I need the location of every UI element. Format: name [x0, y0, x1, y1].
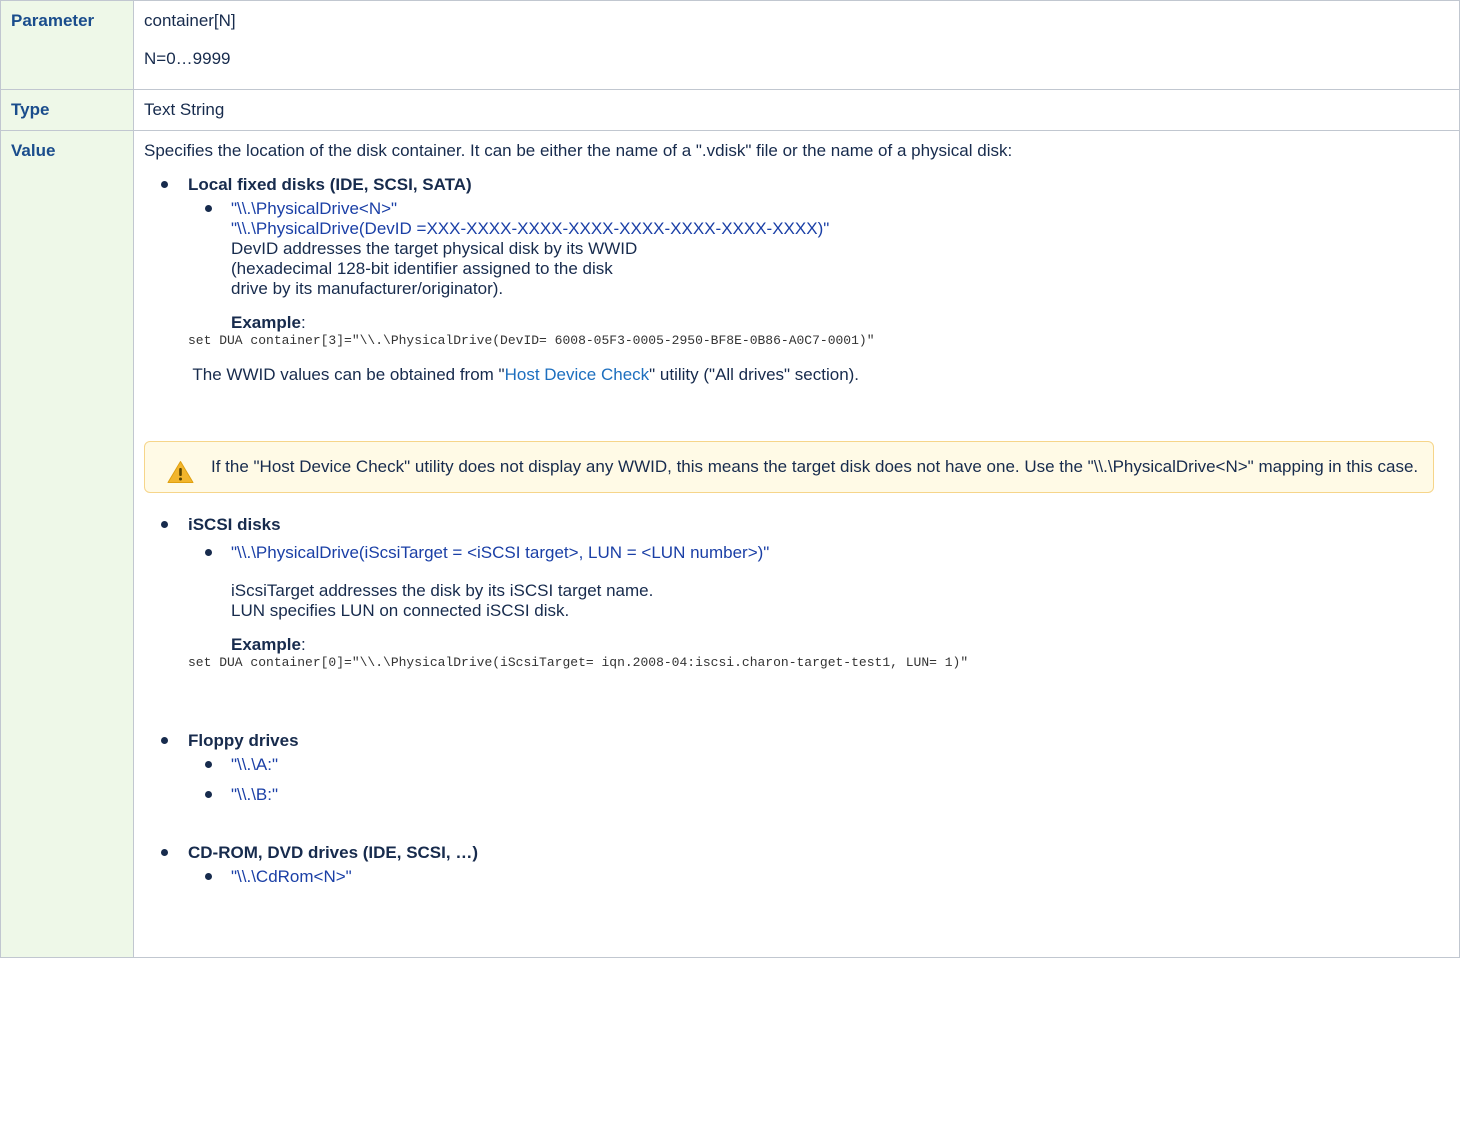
- local-example-heading: Example:: [231, 313, 1449, 333]
- list-item-floppy-drives: Floppy drives "\\.\A:" "\\.\B:": [161, 731, 1449, 805]
- floppy-b-path: "\\.\B:": [231, 785, 279, 804]
- physical-drive-path: "\\.\PhysicalDrive<N>": [231, 199, 398, 218]
- value-content: Specifies the location of the disk conta…: [133, 130, 1460, 958]
- example-label: Example: [231, 313, 301, 332]
- iscsi-title: iSCSI disks: [188, 515, 281, 534]
- devid-desc-2: (hexadecimal 128-bit identifier assigned…: [231, 259, 613, 278]
- list-item-cdrom-drives: CD-ROM, DVD drives (IDE, SCSI, …) "\\.\C…: [161, 843, 1449, 887]
- wwid-note-post: " utility ("All drives" section).: [649, 365, 860, 384]
- type-row: Type Text String: [0, 89, 1460, 131]
- parameter-row: Parameter container[N] N=0…9999: [0, 0, 1460, 90]
- local-example-code: set DUA container[3]="\\.\PhysicalDrive(…: [188, 333, 875, 348]
- parameter-value: container[N] N=0…9999: [133, 0, 1460, 90]
- value-row: Value Specifies the location of the disk…: [0, 130, 1460, 958]
- physical-drive-devid-path: "\\.\PhysicalDrive(DevID =XXX-XXXX-XXXX-…: [231, 219, 830, 238]
- list-item-iscsi-path: "\\.\PhysicalDrive(iScsiTarget = <iSCSI …: [188, 543, 1449, 671]
- cdrom-path: "\\.\CdRom<N>": [231, 867, 352, 886]
- iscsi-example-code: set DUA container[0]="\\.\PhysicalDrive(…: [188, 655, 969, 670]
- example-colon: :: [300, 313, 306, 332]
- iscsi-desc-1: iScsiTarget addresses the disk by its iS…: [231, 581, 654, 600]
- wwid-note: The WWID values can be obtained from "Ho…: [188, 365, 1449, 385]
- parameter-name: container[N]: [144, 11, 236, 30]
- type-header: Type: [0, 89, 134, 131]
- devid-desc-3: drive by its manufacturer/originator).: [231, 279, 504, 298]
- floppy-title: Floppy drives: [188, 731, 299, 750]
- iscsi-example-heading: Example:: [231, 635, 1449, 655]
- cdrom-sublist: "\\.\CdRom<N>": [188, 867, 1449, 887]
- wwid-note-pre: The WWID values can be obtained from ": [188, 365, 505, 384]
- list-item-floppy-a: "\\.\A:": [205, 755, 1449, 775]
- parameter-table: Parameter container[N] N=0…9999 Type Tex…: [0, 0, 1460, 958]
- warning-text: If the "Host Device Check" utility does …: [211, 457, 1419, 476]
- local-disks-title: Local fixed disks (IDE, SCSI, SATA): [188, 175, 472, 194]
- iscsi-sublist: "\\.\PhysicalDrive(iScsiTarget = <iSCSI …: [188, 543, 1449, 671]
- iscsi-path: "\\.\PhysicalDrive(iScsiTarget = <iSCSI …: [231, 543, 770, 562]
- list-item-floppy-b: "\\.\B:": [205, 785, 1449, 805]
- floppy-a-path: "\\.\A:": [231, 755, 279, 774]
- bottom-spacer: [144, 887, 1449, 947]
- value-intro: Specifies the location of the disk conta…: [144, 141, 1013, 160]
- list-item-local-disks: Local fixed disks (IDE, SCSI, SATA) "\\.…: [144, 175, 1449, 493]
- list-item-cdrom-path: "\\.\CdRom<N>": [205, 867, 1449, 887]
- list-item-local-path: "\\.\PhysicalDrive<N>" "\\.\PhysicalDriv…: [144, 199, 1449, 493]
- parameter-range: N=0…9999: [144, 49, 231, 68]
- cdrom-title: CD-ROM, DVD drives (IDE, SCSI, …): [188, 843, 478, 862]
- local-disks-sublist: "\\.\PhysicalDrive<N>" "\\.\PhysicalDriv…: [144, 199, 1449, 493]
- floppy-sublist: "\\.\A:" "\\.\B:": [188, 755, 1449, 805]
- warning-panel: If the "Host Device Check" utility does …: [144, 441, 1434, 493]
- iscsi-example-colon: :: [300, 635, 306, 654]
- iscsi-desc-2: LUN specifies LUN on connected iSCSI dis…: [231, 601, 570, 620]
- host-device-check-link[interactable]: Host Device Check: [505, 365, 650, 384]
- type-value: Text String: [133, 89, 1460, 131]
- devid-desc-1: DevID addresses the target physical disk…: [231, 239, 638, 258]
- parameter-header: Parameter: [0, 0, 134, 90]
- disk-type-list: Local fixed disks (IDE, SCSI, SATA) "\\.…: [144, 175, 1449, 887]
- warning-triangle-icon: [167, 461, 194, 483]
- iscsi-example-label: Example: [231, 635, 301, 654]
- list-item-iscsi-disks: iSCSI disks "\\.\PhysicalDrive(iScsiTarg…: [161, 515, 1449, 671]
- value-header: Value: [0, 130, 134, 958]
